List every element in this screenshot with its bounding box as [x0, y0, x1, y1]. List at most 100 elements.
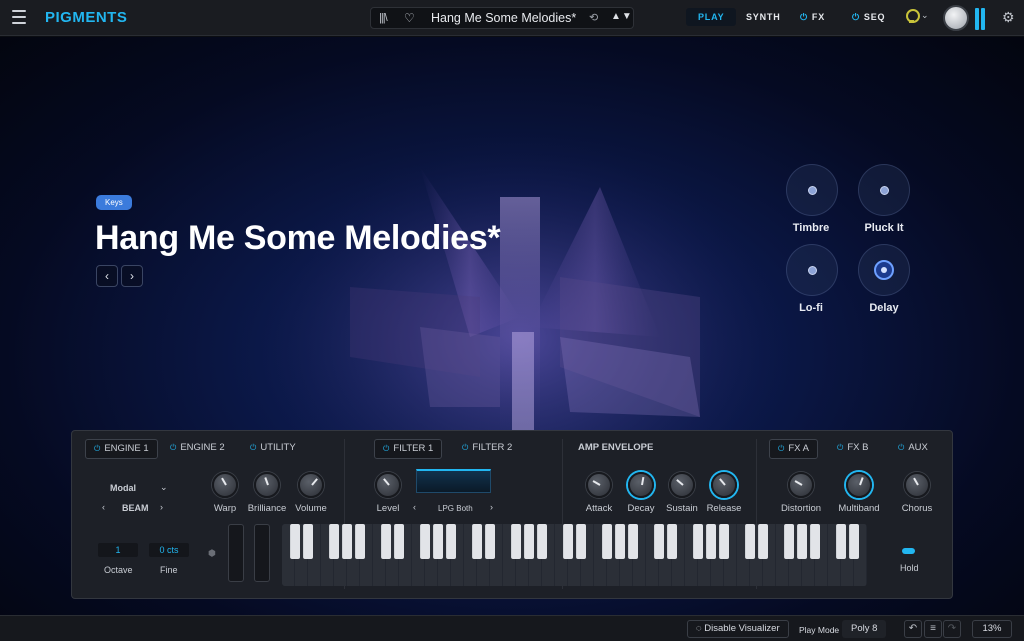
black-key[interactable]: [576, 524, 586, 559]
tab-play[interactable]: PLAY: [686, 8, 737, 26]
black-key[interactable]: [693, 524, 703, 559]
tab-seq[interactable]: ⏻ SEQ: [852, 12, 885, 23]
black-key[interactable]: [849, 524, 859, 559]
power-icon[interactable]: ⏻: [250, 443, 256, 452]
black-key[interactable]: [628, 524, 638, 559]
power-icon[interactable]: ⏻: [170, 443, 176, 452]
volume-knob[interactable]: [298, 472, 324, 498]
preset-browser-bar[interactable]: |||\ ♡ Hang Me Some Melodies* ⟲ ▲▼: [370, 7, 634, 29]
chevron-down-icon[interactable]: ⌄: [921, 10, 929, 21]
keyboard-keys[interactable]: [282, 524, 867, 586]
tab-filter-1[interactable]: ⏻ FILTER 1: [374, 439, 443, 459]
black-key[interactable]: [797, 524, 807, 559]
black-key[interactable]: [758, 524, 768, 559]
warp-knob[interactable]: [212, 472, 238, 498]
engine-mode-select[interactable]: Modal: [110, 483, 136, 493]
power-icon[interactable]: ⏻: [852, 12, 860, 22]
power-icon[interactable]: ⏻: [837, 443, 843, 452]
tab-engine-1[interactable]: ⏻ ENGINE 1: [85, 439, 158, 459]
previous-preset-button[interactable]: ‹: [96, 265, 118, 287]
filter-type-value[interactable]: LPG Both: [438, 504, 473, 513]
power-icon[interactable]: ⏻: [462, 443, 468, 452]
undo-icon[interactable]: ↶: [904, 620, 922, 638]
black-key[interactable]: [615, 524, 625, 559]
power-icon[interactable]: ⏻: [383, 444, 389, 453]
black-key[interactable]: [654, 524, 664, 559]
keyboard[interactable]: [282, 524, 867, 586]
tab-fx-b[interactable]: ⏻ FX B: [837, 439, 868, 459]
macro-timbre-knob[interactable]: [786, 164, 838, 216]
menu-icon[interactable]: [12, 10, 26, 24]
release-knob[interactable]: [711, 472, 737, 498]
tab-fx-a[interactable]: ⏻ FX A: [769, 439, 818, 459]
black-key[interactable]: [667, 524, 677, 559]
black-key[interactable]: [810, 524, 820, 559]
chevron-down-icon[interactable]: ⌄: [160, 482, 168, 493]
multiband-knob[interactable]: [846, 472, 872, 498]
chevron-right-icon[interactable]: ›: [160, 502, 163, 512]
black-key[interactable]: [602, 524, 612, 559]
library-icon[interactable]: |||\: [379, 12, 388, 24]
black-key[interactable]: [537, 524, 547, 559]
preset-arrows[interactable]: ▲▼: [611, 11, 633, 22]
power-icon[interactable]: ⏻: [898, 443, 904, 452]
black-key[interactable]: [290, 524, 300, 559]
black-key[interactable]: [511, 524, 521, 559]
octave-field[interactable]: 1: [98, 543, 138, 557]
tab-utility[interactable]: ⏻ UTILITY: [250, 439, 296, 459]
attack-knob[interactable]: [586, 472, 612, 498]
sustain-knob[interactable]: [669, 472, 695, 498]
next-preset-button[interactable]: ›: [121, 265, 143, 287]
power-icon[interactable]: ⏻: [778, 444, 784, 453]
black-key[interactable]: [706, 524, 716, 559]
black-key[interactable]: [355, 524, 365, 559]
macro-lofi-knob[interactable]: [786, 244, 838, 296]
redo-icon[interactable]: ↷: [943, 620, 961, 638]
pitch-bend-wheel[interactable]: [228, 524, 244, 582]
compare-icon[interactable]: ⟲: [589, 11, 598, 24]
chevron-left-icon[interactable]: ‹: [102, 502, 105, 512]
black-key[interactable]: [303, 524, 313, 559]
black-key[interactable]: [329, 524, 339, 559]
level-knob[interactable]: [375, 472, 401, 498]
black-key[interactable]: [524, 524, 534, 559]
black-key[interactable]: [446, 524, 456, 559]
macro-delay-knob[interactable]: [858, 244, 910, 296]
black-key[interactable]: [472, 524, 482, 559]
brilliance-knob[interactable]: [254, 472, 280, 498]
black-key[interactable]: [342, 524, 352, 559]
tab-filter-2[interactable]: ⏻ FILTER 2: [462, 439, 512, 459]
category-badge[interactable]: Keys: [96, 195, 132, 210]
master-volume-knob[interactable]: [943, 5, 969, 31]
black-key[interactable]: [381, 524, 391, 559]
black-key[interactable]: [485, 524, 495, 559]
macro-pluck-it-knob[interactable]: [858, 164, 910, 216]
distortion-knob[interactable]: [788, 472, 814, 498]
mod-wheel[interactable]: [254, 524, 270, 582]
fine-field[interactable]: 0 cts: [149, 543, 189, 557]
decay-knob[interactable]: [628, 472, 654, 498]
lightbulb-icon[interactable]: [905, 9, 920, 25]
black-key[interactable]: [420, 524, 430, 559]
black-key[interactable]: [836, 524, 846, 559]
tab-engine-2[interactable]: ⏻ ENGINE 2: [170, 439, 225, 459]
hold-toggle[interactable]: [902, 548, 915, 554]
tab-aux[interactable]: ⏻ AUX: [898, 439, 928, 459]
black-key[interactable]: [563, 524, 573, 559]
power-icon[interactable]: ⏻: [94, 444, 100, 453]
tab-synth[interactable]: SYNTH: [746, 12, 781, 22]
gear-icon[interactable]: ⚙: [1002, 9, 1015, 26]
disable-visualizer-button[interactable]: ◌ Disable Visualizer: [687, 620, 789, 638]
tab-fx[interactable]: ⏻ FX: [800, 12, 825, 23]
settings-dot-icon[interactable]: ⬢: [208, 548, 216, 559]
preset-name[interactable]: Hang Me Some Melodies*: [431, 11, 576, 25]
chevron-right-icon[interactable]: ›: [490, 502, 493, 512]
black-key[interactable]: [784, 524, 794, 559]
chevron-left-icon[interactable]: ‹: [413, 502, 416, 512]
black-key[interactable]: [719, 524, 729, 559]
play-mode-select[interactable]: Poly 8: [842, 620, 887, 638]
black-key[interactable]: [394, 524, 404, 559]
heart-icon[interactable]: ♡: [404, 11, 415, 25]
black-key[interactable]: [745, 524, 755, 559]
engine-type-value[interactable]: BEAM: [122, 503, 149, 513]
